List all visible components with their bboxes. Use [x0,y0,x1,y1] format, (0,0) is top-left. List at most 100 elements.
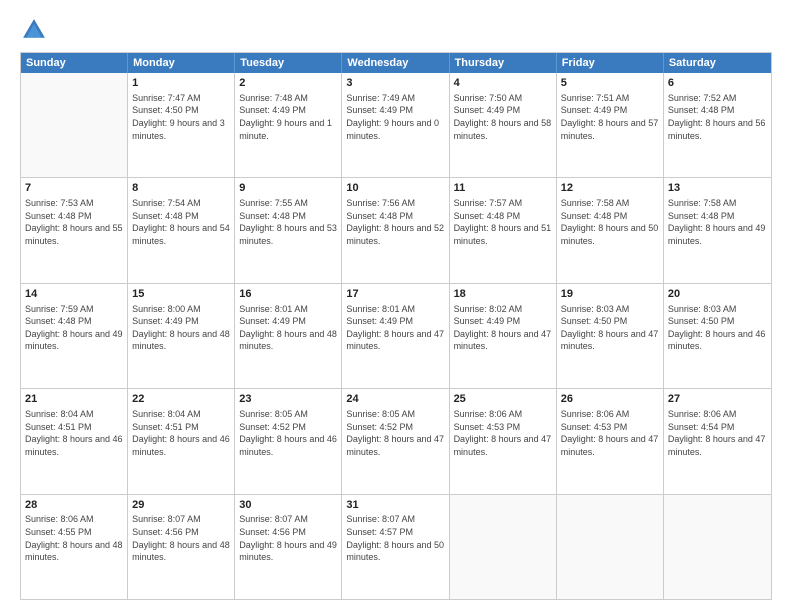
day-number: 14 [25,287,123,302]
calendar-body: 1Sunrise: 7:47 AMSunset: 4:50 PMDaylight… [21,73,771,599]
header [20,16,772,44]
day-number: 30 [239,498,337,513]
cell-details: Sunrise: 7:53 AMSunset: 4:48 PMDaylight:… [25,197,123,247]
cell-details: Sunrise: 7:47 AMSunset: 4:50 PMDaylight:… [132,92,230,142]
cal-cell-day-12: 12Sunrise: 7:58 AMSunset: 4:48 PMDayligh… [557,178,664,282]
cal-cell-day-1: 1Sunrise: 7:47 AMSunset: 4:50 PMDaylight… [128,73,235,177]
day-number: 15 [132,287,230,302]
cell-details: Sunrise: 8:01 AMSunset: 4:49 PMDaylight:… [346,303,444,353]
cell-details: Sunrise: 8:07 AMSunset: 4:57 PMDaylight:… [346,513,444,563]
day-number: 6 [668,76,767,91]
day-number: 27 [668,392,767,407]
day-number: 20 [668,287,767,302]
day-number: 10 [346,181,444,196]
cal-cell-day-27: 27Sunrise: 8:06 AMSunset: 4:54 PMDayligh… [664,389,771,493]
cell-details: Sunrise: 7:55 AMSunset: 4:48 PMDaylight:… [239,197,337,247]
cal-cell-day-22: 22Sunrise: 8:04 AMSunset: 4:51 PMDayligh… [128,389,235,493]
cell-details: Sunrise: 7:56 AMSunset: 4:48 PMDaylight:… [346,197,444,247]
day-number: 28 [25,498,123,513]
day-number: 17 [346,287,444,302]
cal-cell-day-21: 21Sunrise: 8:04 AMSunset: 4:51 PMDayligh… [21,389,128,493]
cal-header-thursday: Thursday [450,53,557,73]
cal-cell-day-8: 8Sunrise: 7:54 AMSunset: 4:48 PMDaylight… [128,178,235,282]
day-number: 12 [561,181,659,196]
cell-details: Sunrise: 8:07 AMSunset: 4:56 PMDaylight:… [239,513,337,563]
cal-cell-day-2: 2Sunrise: 7:48 AMSunset: 4:49 PMDaylight… [235,73,342,177]
cal-cell-day-17: 17Sunrise: 8:01 AMSunset: 4:49 PMDayligh… [342,284,449,388]
cal-header-sunday: Sunday [21,53,128,73]
cell-details: Sunrise: 8:07 AMSunset: 4:56 PMDaylight:… [132,513,230,563]
cell-details: Sunrise: 8:06 AMSunset: 4:55 PMDaylight:… [25,513,123,563]
cal-cell-day-30: 30Sunrise: 8:07 AMSunset: 4:56 PMDayligh… [235,495,342,599]
day-number: 31 [346,498,444,513]
cal-header-monday: Monday [128,53,235,73]
cell-details: Sunrise: 7:48 AMSunset: 4:49 PMDaylight:… [239,92,337,142]
cell-details: Sunrise: 8:06 AMSunset: 4:53 PMDaylight:… [454,408,552,458]
day-number: 13 [668,181,767,196]
cal-cell-empty [557,495,664,599]
cal-cell-empty [664,495,771,599]
cal-week-2: 7Sunrise: 7:53 AMSunset: 4:48 PMDaylight… [21,177,771,282]
cell-details: Sunrise: 7:52 AMSunset: 4:48 PMDaylight:… [668,92,767,142]
cal-cell-empty [450,495,557,599]
cell-details: Sunrise: 8:05 AMSunset: 4:52 PMDaylight:… [346,408,444,458]
cell-details: Sunrise: 8:04 AMSunset: 4:51 PMDaylight:… [25,408,123,458]
day-number: 21 [25,392,123,407]
cell-details: Sunrise: 8:06 AMSunset: 4:53 PMDaylight:… [561,408,659,458]
cal-cell-day-5: 5Sunrise: 7:51 AMSunset: 4:49 PMDaylight… [557,73,664,177]
cal-cell-empty [21,73,128,177]
day-number: 22 [132,392,230,407]
cal-cell-day-10: 10Sunrise: 7:56 AMSunset: 4:48 PMDayligh… [342,178,449,282]
cal-cell-day-18: 18Sunrise: 8:02 AMSunset: 4:49 PMDayligh… [450,284,557,388]
cell-details: Sunrise: 7:57 AMSunset: 4:48 PMDaylight:… [454,197,552,247]
day-number: 9 [239,181,337,196]
day-number: 19 [561,287,659,302]
cal-cell-day-16: 16Sunrise: 8:01 AMSunset: 4:49 PMDayligh… [235,284,342,388]
cal-week-3: 14Sunrise: 7:59 AMSunset: 4:48 PMDayligh… [21,283,771,388]
cal-cell-day-25: 25Sunrise: 8:06 AMSunset: 4:53 PMDayligh… [450,389,557,493]
cell-details: Sunrise: 7:54 AMSunset: 4:48 PMDaylight:… [132,197,230,247]
cal-cell-day-6: 6Sunrise: 7:52 AMSunset: 4:48 PMDaylight… [664,73,771,177]
day-number: 8 [132,181,230,196]
cal-week-5: 28Sunrise: 8:06 AMSunset: 4:55 PMDayligh… [21,494,771,599]
cal-header-tuesday: Tuesday [235,53,342,73]
day-number: 25 [454,392,552,407]
cal-cell-day-3: 3Sunrise: 7:49 AMSunset: 4:49 PMDaylight… [342,73,449,177]
cal-cell-day-28: 28Sunrise: 8:06 AMSunset: 4:55 PMDayligh… [21,495,128,599]
cal-cell-day-26: 26Sunrise: 8:06 AMSunset: 4:53 PMDayligh… [557,389,664,493]
day-number: 3 [346,76,444,91]
cell-details: Sunrise: 7:50 AMSunset: 4:49 PMDaylight:… [454,92,552,142]
day-number: 26 [561,392,659,407]
calendar: SundayMondayTuesdayWednesdayThursdayFrid… [20,52,772,600]
cal-cell-day-11: 11Sunrise: 7:57 AMSunset: 4:48 PMDayligh… [450,178,557,282]
page: SundayMondayTuesdayWednesdayThursdayFrid… [0,0,792,612]
cal-cell-day-15: 15Sunrise: 8:00 AMSunset: 4:49 PMDayligh… [128,284,235,388]
cell-details: Sunrise: 8:02 AMSunset: 4:49 PMDaylight:… [454,303,552,353]
day-number: 24 [346,392,444,407]
cell-details: Sunrise: 7:58 AMSunset: 4:48 PMDaylight:… [668,197,767,247]
day-number: 5 [561,76,659,91]
day-number: 16 [239,287,337,302]
calendar-header: SundayMondayTuesdayWednesdayThursdayFrid… [21,53,771,73]
cal-header-saturday: Saturday [664,53,771,73]
cell-details: Sunrise: 7:59 AMSunset: 4:48 PMDaylight:… [25,303,123,353]
cal-week-1: 1Sunrise: 7:47 AMSunset: 4:50 PMDaylight… [21,73,771,177]
cal-cell-day-9: 9Sunrise: 7:55 AMSunset: 4:48 PMDaylight… [235,178,342,282]
cell-details: Sunrise: 8:01 AMSunset: 4:49 PMDaylight:… [239,303,337,353]
day-number: 7 [25,181,123,196]
day-number: 4 [454,76,552,91]
day-number: 18 [454,287,552,302]
cal-cell-day-31: 31Sunrise: 8:07 AMSunset: 4:57 PMDayligh… [342,495,449,599]
cal-week-4: 21Sunrise: 8:04 AMSunset: 4:51 PMDayligh… [21,388,771,493]
cal-cell-day-4: 4Sunrise: 7:50 AMSunset: 4:49 PMDaylight… [450,73,557,177]
cal-cell-day-29: 29Sunrise: 8:07 AMSunset: 4:56 PMDayligh… [128,495,235,599]
cal-cell-day-24: 24Sunrise: 8:05 AMSunset: 4:52 PMDayligh… [342,389,449,493]
cell-details: Sunrise: 8:04 AMSunset: 4:51 PMDaylight:… [132,408,230,458]
day-number: 23 [239,392,337,407]
cal-cell-day-23: 23Sunrise: 8:05 AMSunset: 4:52 PMDayligh… [235,389,342,493]
day-number: 2 [239,76,337,91]
cal-cell-day-20: 20Sunrise: 8:03 AMSunset: 4:50 PMDayligh… [664,284,771,388]
cal-header-friday: Friday [557,53,664,73]
cell-details: Sunrise: 7:51 AMSunset: 4:49 PMDaylight:… [561,92,659,142]
cell-details: Sunrise: 8:05 AMSunset: 4:52 PMDaylight:… [239,408,337,458]
